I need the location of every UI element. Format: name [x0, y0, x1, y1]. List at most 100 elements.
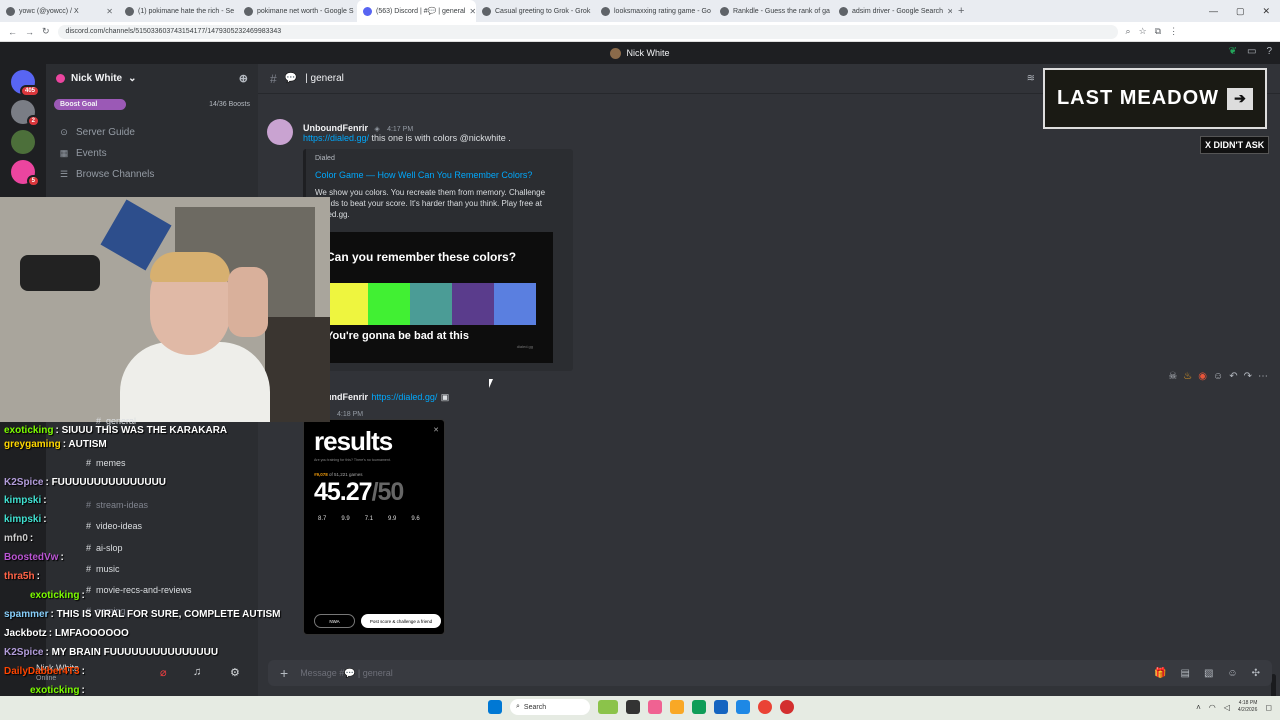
notification-badge: 2 [26, 115, 40, 127]
browser-tab[interactable]: yowc (@yowcc) / X ✕ [0, 0, 119, 22]
chat-line: mfn0: [4, 533, 33, 544]
help-icon[interactable]: ? [1266, 46, 1272, 57]
gif-icon[interactable]: ▤ [1180, 668, 1189, 679]
channel-name: general [310, 73, 344, 84]
stream-chat-overlay: exoticking: SIUUU THIS WAS THE KARAKARA … [0, 425, 300, 696]
back-icon[interactable]: ← [8, 27, 17, 37]
discord-favicon-icon [363, 6, 372, 16]
gift-icon[interactable]: 🎁 [1154, 668, 1166, 679]
home-server-icon[interactable]: 405 [11, 70, 40, 97]
wifi-icon[interactable]: ◠ [1209, 703, 1216, 712]
app-icon[interactable] [736, 700, 750, 714]
edge-icon[interactable] [692, 700, 706, 714]
server-guide-link[interactable]: ⊙ Server Guide [46, 122, 258, 143]
notification-icon[interactable]: ◻ [1265, 703, 1272, 712]
circle-reaction-icon[interactable]: ◉ [1198, 371, 1207, 382]
inbox-icon[interactable]: ▭ [1247, 46, 1256, 57]
guild-header[interactable]: Nick White ⌄ ⊕ [46, 64, 258, 92]
task-view-icon[interactable] [626, 700, 640, 714]
message-composer[interactable]: + Message #💬 | general 🎁 ▤ ▧ ☺ ✣ [268, 660, 1272, 686]
file-explorer-icon[interactable] [670, 700, 684, 714]
embed-image-site: dialed.gg [516, 344, 533, 349]
browser-tab-active[interactable]: (563) Discord | #💬 | general ✕ [357, 0, 476, 22]
message-link[interactable]: https://dialed.gg/ [303, 133, 369, 143]
message-hover-toolbar: ☠ ♨ ◉ ☺ ↶ ↷ ⋯ [1168, 371, 1268, 382]
menu-dots-icon[interactable]: ⋮ [1169, 26, 1178, 37]
chat-message: : [81, 666, 85, 677]
taskbar-search[interactable]: ⌕ Search [510, 699, 590, 715]
close-window-icon[interactable]: ✕ [1262, 6, 1270, 17]
leaf-icon[interactable]: ❦ [1229, 46, 1237, 57]
url-field[interactable]: discord.com/channels/515033603743154177/… [57, 24, 1118, 39]
app-icon[interactable] [648, 700, 662, 714]
avatar[interactable] [267, 119, 293, 145]
new-tab-button[interactable]: + [952, 5, 970, 17]
browser-tab[interactable]: (1) pokimane hate the rich - Se✕ [119, 0, 238, 22]
invite-people-icon[interactable]: ⊕ [239, 72, 248, 85]
compass-icon: ⊙ [60, 127, 68, 137]
clock[interactable]: 4:18 PM 4/2/2026 [1238, 700, 1257, 714]
app-icon[interactable] [780, 700, 794, 714]
server-icon[interactable]: 5 [11, 160, 40, 187]
embed-image-footer: You're gonna be bad at this [326, 330, 469, 342]
guild-icon [56, 73, 65, 83]
forward-icon[interactable]: → [25, 27, 34, 37]
start-icon[interactable] [488, 700, 502, 714]
reply-icon[interactable]: ↶ [1229, 371, 1237, 382]
close-icon[interactable]: ✕ [469, 7, 476, 16]
embed-title[interactable]: Color Game — How Well Can You Remember C… [315, 170, 564, 180]
message-text: this one is with colors @nickwhite . [369, 133, 511, 143]
bookmark-star-icon[interactable]: ☆ [1139, 26, 1147, 37]
apps-icon[interactable]: ✣ [1252, 668, 1260, 679]
events-link[interactable]: ▦ Events [46, 143, 258, 164]
rank-value: #9,078 [314, 472, 328, 477]
browser-tab[interactable]: Casual greeting to Grok - Grok✕ [476, 0, 595, 22]
chat-message: : MY BRAIN FUUUUUUUUUUUUUUU [45, 647, 219, 658]
browser-tab[interactable]: adsim driver - Google Search ✕ [833, 0, 952, 22]
result-image[interactable]: results ✕ Are you training for this? The… [303, 419, 445, 635]
app-icon[interactable] [714, 700, 728, 714]
forward-icon[interactable]: ↷ [1244, 371, 1252, 382]
browse-channels-link[interactable]: ☰ Browse Channels [46, 164, 258, 185]
embed-image[interactable]: Can you remember these colors? You're go… [322, 232, 553, 363]
browser-tab[interactable]: pokimane net worth - Google S✕ [238, 0, 357, 22]
chrome-icon[interactable] [758, 700, 772, 714]
sponsor-banner: LAST MEADOW ➔ [1043, 68, 1267, 129]
more-icon[interactable]: ⋯ [1258, 371, 1268, 382]
os-taskbar: ⌕ Search ˄ ◠ ◁ 4:18 PM 4/2/2026 ◻ [0, 696, 1280, 720]
emoji-icon[interactable]: ☺ [1227, 668, 1237, 679]
round-score: 9.9 [388, 516, 397, 522]
avatar [610, 47, 622, 59]
message-input[interactable]: Message #💬 | general [300, 668, 393, 679]
server-icon[interactable]: 2 [11, 100, 40, 127]
chat-line: greygaming: AUTISM [4, 439, 107, 450]
speaker-icon[interactable]: ◁ [1224, 703, 1230, 712]
browser-tab[interactable]: Rankdle - Guess the rank of ga✕ [714, 0, 833, 22]
message-link[interactable]: https://dialed.gg/ [371, 392, 437, 402]
zoom-icon[interactable]: ⌕ [1126, 26, 1131, 37]
chat-message: : AUTISM [62, 439, 107, 450]
result-title: results [314, 426, 393, 456]
close-icon[interactable]: ✕ [106, 7, 113, 16]
extensions-icon[interactable]: ⧉ [1155, 26, 1161, 37]
message-author[interactable]: UnboundFenrir [303, 123, 368, 133]
maximize-icon[interactable]: ▢ [1236, 6, 1245, 17]
browser-tab[interactable]: looksmaxxing rating game - Go✕ [595, 0, 714, 22]
widget-icon[interactable] [598, 700, 618, 714]
nitro-icon: ◈ [374, 126, 380, 133]
color-swatch [452, 283, 494, 325]
chat-line: exoticking: SIUUU THIS WAS THE KARAKARA [4, 425, 227, 436]
favicon-icon [482, 6, 491, 16]
boost-goal[interactable]: Boost Goal 14/36 Boosts [54, 98, 250, 110]
sticker-icon[interactable]: ▧ [1204, 668, 1213, 679]
skull-reaction-icon[interactable]: ☠ [1168, 371, 1177, 382]
reload-icon[interactable]: ↻ [42, 26, 50, 37]
minimize-icon[interactable]: — [1209, 6, 1218, 17]
chevron-up-icon[interactable]: ˄ [1196, 703, 1201, 712]
server-icon[interactable] [11, 130, 35, 154]
address-bar: ← → ↻ discord.com/channels/5150336037431… [0, 22, 1280, 42]
fire-reaction-icon[interactable]: ♨ [1183, 371, 1192, 382]
chat-message: : [29, 533, 34, 544]
threads-icon[interactable]: ≋ [1027, 73, 1035, 84]
add-reaction-icon[interactable]: ☺ [1213, 371, 1223, 382]
